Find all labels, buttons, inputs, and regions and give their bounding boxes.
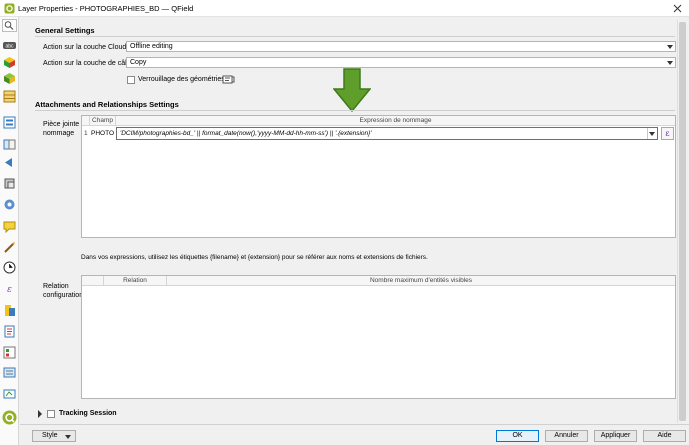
- relation-table: Relation Nombre maximum d'entités visibl…: [81, 275, 676, 399]
- cable-action-combo[interactable]: Copy: [126, 57, 676, 68]
- cloud-action-label: Action sur la couche Cloud: [43, 44, 127, 51]
- cable-action-value: Copy: [130, 59, 147, 66]
- qfield-icon[interactable]: [2, 410, 17, 425]
- help-button[interactable]: Aide: [643, 430, 686, 442]
- expression-settings-icon[interactable]: [222, 74, 235, 85]
- footer-divider: [20, 424, 689, 425]
- geometry-lock-label: Verrouillage des géométries: [138, 76, 225, 83]
- column-header-relation[interactable]: Relation: [104, 276, 167, 286]
- table-corner: [82, 276, 104, 286]
- chevron-down-icon: [667, 61, 673, 65]
- green-down-arrow-icon: [333, 68, 371, 112]
- column-header-expression[interactable]: Expression de nommage: [116, 116, 675, 126]
- auxiliary-storage-icon[interactable]: [3, 156, 16, 169]
- attachments-heading: Attachments and Relationships Settings: [35, 100, 179, 109]
- scrollbar-thumb[interactable]: [679, 22, 686, 421]
- dependencies-icon[interactable]: [3, 325, 16, 338]
- rendering-icon[interactable]: [3, 241, 16, 254]
- 3d-view-icon[interactable]: [3, 72, 16, 85]
- display-icon[interactable]: [3, 198, 16, 211]
- properties-sidebar: abc ε: [0, 17, 19, 445]
- metadata-icon[interactable]: [3, 304, 16, 317]
- expression-input[interactable]: 'DCIM/photographies-bd_' || format_date(…: [116, 127, 658, 140]
- chevron-down-icon[interactable]: [649, 132, 655, 136]
- digitizing-icon[interactable]: [3, 387, 16, 400]
- expression-hint: Dans vos expressions, utilisez les étiqu…: [81, 254, 428, 261]
- sidebar-search[interactable]: [2, 19, 17, 32]
- temporal-icon[interactable]: [3, 261, 16, 274]
- relation-configuration-label: Relation configuration: [43, 283, 84, 299]
- cable-action-label: Action sur la couche de câble: [43, 60, 135, 67]
- window-title: Layer Properties - PHOTOGRAPHIES_BD — QF…: [18, 4, 194, 13]
- chevron-down-icon: [65, 435, 71, 439]
- style-button-label: Style: [42, 432, 58, 439]
- close-icon[interactable]: [672, 3, 683, 14]
- apply-button[interactable]: Appliquer: [594, 430, 637, 442]
- tracking-session-checkbox[interactable]: [47, 410, 55, 418]
- vertical-scrollbar[interactable]: [677, 20, 687, 423]
- qgis-app-icon: [4, 3, 15, 14]
- ok-button[interactable]: OK: [496, 430, 539, 442]
- expand-arrow-icon[interactable]: [37, 410, 43, 418]
- expression-text: 'DCIM/photographies-bd_' || format_date(…: [120, 130, 372, 137]
- style-menu-button[interactable]: Style: [32, 430, 76, 442]
- general-settings-divider: [35, 36, 675, 37]
- actions-icon[interactable]: [3, 177, 16, 190]
- variables-icon[interactable]: ε: [3, 282, 16, 295]
- column-header-max-visible[interactable]: Nombre maximum d'entités visibles: [167, 276, 675, 286]
- cloud-action-combo[interactable]: Offline editing: [126, 41, 676, 52]
- joins-icon[interactable]: [3, 138, 16, 151]
- symbology-icon[interactable]: [3, 56, 16, 69]
- search-icon: [4, 21, 14, 30]
- svg-text:ε: ε: [7, 285, 12, 295]
- general-settings-heading: General Settings: [35, 26, 95, 35]
- tracking-session-label: Tracking Session: [59, 410, 117, 417]
- maptips-icon[interactable]: [3, 220, 16, 233]
- attributes-form-icon[interactable]: [3, 116, 16, 129]
- attachment-naming-label: Pièce jointe nommage: [43, 121, 80, 137]
- table-corner: [82, 116, 90, 126]
- server-icon[interactable]: [3, 366, 16, 379]
- chevron-down-icon: [667, 45, 673, 49]
- labels-icon[interactable]: abc: [3, 39, 16, 52]
- cancel-button[interactable]: Annuler: [545, 430, 588, 442]
- row-number: 1: [84, 130, 88, 137]
- expression-builder-button[interactable]: ε: [661, 127, 674, 140]
- expression-dropdown-separator: [647, 128, 648, 139]
- legend-icon[interactable]: [3, 346, 16, 359]
- cloud-action-value: Offline editing: [130, 43, 173, 50]
- column-header-field[interactable]: Champ: [90, 116, 116, 126]
- source-fields-icon[interactable]: [3, 90, 16, 103]
- title-bar: Layer Properties - PHOTOGRAPHIES_BD — QF…: [0, 0, 689, 17]
- svg-text:abc: abc: [5, 44, 14, 50]
- attachment-naming-table: Champ Expression de nommage 1 PHOTO 'DCI…: [81, 115, 676, 238]
- field-cell[interactable]: PHOTO: [91, 128, 114, 139]
- attachments-divider: [35, 110, 675, 111]
- geometry-lock-checkbox[interactable]: [127, 76, 135, 84]
